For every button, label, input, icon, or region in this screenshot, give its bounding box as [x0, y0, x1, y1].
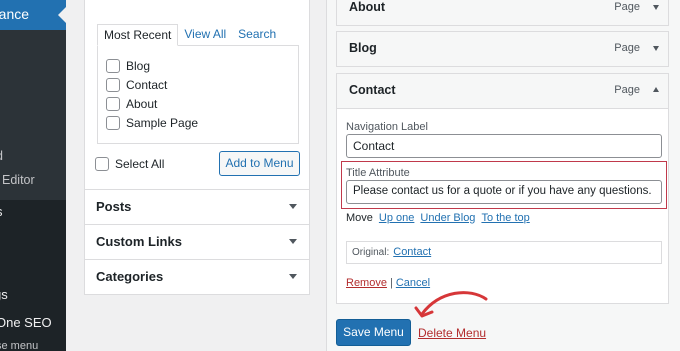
page-option-sample-page[interactable]: Sample Page: [106, 113, 290, 132]
checkbox[interactable]: [106, 115, 120, 130]
select-all-label: Select All: [115, 157, 165, 171]
menu-item-title: About: [349, 0, 386, 14]
page-option-about[interactable]: About: [106, 94, 290, 113]
checkbox[interactable]: [106, 77, 120, 92]
caret-down-icon: [289, 204, 297, 209]
accordion-categories[interactable]: Categories: [85, 259, 309, 294]
move-under-blog-link[interactable]: Under Blog: [420, 212, 475, 224]
menu-item-title: Blog: [349, 41, 377, 55]
menu-item-blog[interactable]: Blog Page: [336, 31, 669, 67]
menu-item-type: Page: [614, 42, 640, 54]
save-menu-button[interactable]: Save Menu: [336, 319, 411, 346]
menu-item-type: Page: [614, 1, 640, 13]
select-all-checkbox[interactable]: [95, 157, 109, 171]
tab-most-recent[interactable]: Most Recent: [97, 24, 179, 46]
caret-up-icon[interactable]: [653, 87, 659, 92]
page-option-label: Contact: [126, 77, 168, 92]
admin-submenu-item[interactable]: d: [0, 149, 3, 163]
pages-checklist: Blog Contact About Sample Page: [97, 45, 299, 144]
checkbox[interactable]: [106, 96, 120, 111]
accordion-custom-links[interactable]: Custom Links: [85, 224, 309, 259]
navigation-label-input[interactable]: Contact: [346, 134, 662, 158]
tab-view-all[interactable]: View All: [178, 24, 232, 46]
menu-item-contact[interactable]: Contact Page: [336, 73, 669, 109]
accordion-title: Categories: [96, 269, 164, 284]
admin-collapse-menu[interactable]: se menu: [0, 340, 38, 351]
menu-item-title: Contact: [349, 83, 396, 97]
menu-item-type: Page: [614, 84, 640, 96]
menu-item-about[interactable]: About Page: [336, 0, 669, 26]
page-option-label: Blog: [126, 58, 151, 73]
admin-sidebar: rance d Editor s gs One SEO se menu: [0, 0, 66, 351]
separator: |: [389, 277, 393, 289]
navigation-label-label: Navigation Label: [346, 121, 428, 133]
title-attribute-input[interactable]: Please contact us for a quote or if you …: [346, 180, 662, 204]
admin-menu-active-label: rance: [0, 6, 30, 22]
page-option-label: About: [126, 96, 158, 111]
select-all[interactable]: Select All: [95, 157, 164, 171]
page-option-label: Sample Page: [126, 115, 199, 130]
admin-submenu-item-editor[interactable]: Editor: [2, 173, 35, 187]
accordion-posts[interactable]: Posts: [85, 189, 309, 224]
original-label: Original:: [352, 247, 390, 258]
page-option-blog[interactable]: Blog: [106, 56, 290, 75]
active-indicator: [58, 7, 66, 23]
pages-tabs: Most Recent View All Search Blog Contact…: [97, 24, 299, 144]
delete-menu-link[interactable]: Delete Menu: [418, 326, 486, 340]
caret-down-icon: [289, 239, 297, 244]
menu-item-settings: Navigation Label Contact Title Attribute…: [336, 109, 669, 304]
admin-menu-appearance[interactable]: rance: [0, 0, 66, 30]
move-links: Move Up one Under Blog To the top: [346, 212, 530, 224]
accordion-title: Posts: [96, 199, 132, 214]
add-to-menu-button[interactable]: Add to Menu: [219, 151, 300, 176]
accordion-title: Custom Links: [96, 234, 182, 249]
caret-down-icon: [289, 274, 297, 279]
checkbox[interactable]: [106, 58, 120, 73]
annotation-arrow-icon: [414, 291, 488, 318]
move-label: Move: [346, 212, 373, 224]
move-up-one-link[interactable]: Up one: [379, 212, 414, 224]
page-option-contact[interactable]: Contact: [106, 75, 290, 94]
admin-menu-item-settings[interactable]: gs: [0, 287, 8, 302]
add-menu-items-panel: Most Recent View All Search Blog Contact…: [84, 0, 310, 295]
tab-search[interactable]: Search: [232, 24, 282, 46]
admin-menu-item[interactable]: s: [0, 204, 3, 219]
remove-link[interactable]: Remove: [346, 277, 387, 289]
title-attribute-label: Title Attribute: [346, 167, 410, 179]
original-box: Original: Contact: [346, 241, 662, 264]
admin-menu-item-seo[interactable]: One SEO: [0, 315, 52, 330]
caret-down-icon[interactable]: [653, 46, 659, 51]
move-to-top-link[interactable]: To the top: [481, 212, 529, 224]
caret-down-icon[interactable]: [653, 5, 659, 10]
menu-structure: About Page Blog Page Contact Page Naviga…: [326, 0, 680, 351]
original-link[interactable]: Contact: [393, 246, 431, 258]
